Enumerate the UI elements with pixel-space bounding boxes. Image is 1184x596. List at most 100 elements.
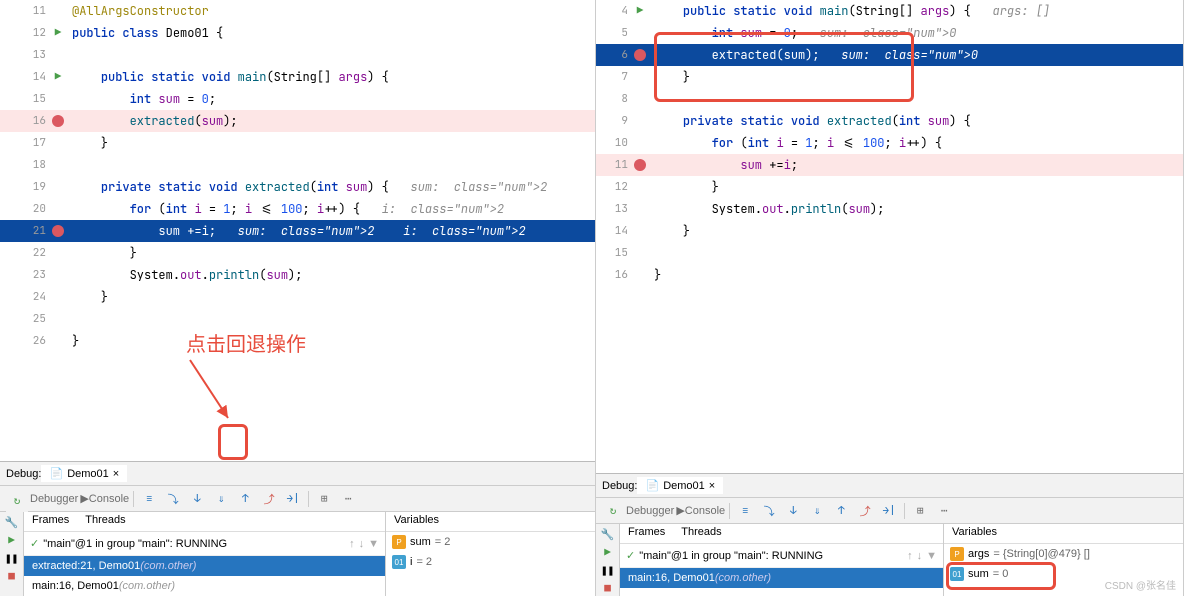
debug-side-toolbar: 🔧 ▶ ❚❚ ■ [0,512,24,596]
run-icon[interactable]: ▶ [55,26,62,40]
breakpoint-icon[interactable] [634,159,646,171]
left-panel: 11@AllArgsConstructor12▶public class Dem… [0,0,596,596]
thread-dropdown[interactable]: ✓"main"@1 in group "main": RUNNING ↑↓▼ [620,544,943,568]
more-icon[interactable]: ⋯ [933,500,955,522]
rerun-icon[interactable]: ↻ [6,490,28,512]
thread-dropdown[interactable]: ✓"main"@1 in group "main": RUNNING ↑↓▼ [24,532,385,556]
debug-panel-right: Debug: 📄 Demo01 × ↻ Debugger ▶ Console ≡… [596,473,1183,596]
wrench-icon[interactable]: 🔧 [601,528,615,542]
threads-label[interactable]: Threads [681,526,721,541]
code-line[interactable]: 24 } [0,286,595,308]
down-icon[interactable]: ↓ [359,538,365,550]
breakpoint-icon[interactable] [52,115,64,127]
show-exec-icon[interactable]: ≡ [138,488,160,510]
wrench-icon[interactable]: 🔧 [5,516,19,530]
drop-frame-icon[interactable]: ⤴ [854,500,876,522]
rerun-icon[interactable]: ↻ [602,500,624,522]
code-line[interactable]: 13 [0,44,595,66]
force-step-icon[interactable]: ⇓ [210,488,232,510]
step-out-icon[interactable]: ↑ [234,488,256,510]
code-line[interactable]: 5 int sum = 0; sum: class="num">0 [596,22,1183,44]
code-line[interactable]: 15 int sum = 0; [0,88,595,110]
step-over-icon[interactable]: ⤵ [758,500,780,522]
debugger-tab[interactable]: Debugger [626,500,674,522]
drop-frame-icon[interactable]: ⤴ [258,488,280,510]
debug-label: Debug: [602,480,637,492]
frames-label: Frames [628,526,665,541]
debug-tab[interactable]: 📄 Demo01 × [637,477,723,494]
code-editor-left[interactable]: 11@AllArgsConstructor12▶public class Dem… [0,0,595,461]
more-icon[interactable]: ⋯ [337,488,359,510]
step-into-icon[interactable]: ↓ [782,500,804,522]
variable-row[interactable]: Psum = 2 [386,532,595,552]
variable-row[interactable]: 01i = 2 [386,552,595,572]
debug-toolbar: ↻ Debugger ▶ Console ≡ ⤵ ↓ ⇓ ↑ ⤴ →| ⊞ ⋯ [0,486,595,512]
debugger-tab[interactable]: Debugger [30,488,78,510]
run-icon[interactable]: ▶ [637,4,644,18]
breakpoint-icon[interactable] [634,49,646,61]
pause-icon[interactable]: ❚❚ [601,564,614,578]
debug-label: Debug: [6,468,41,480]
debug-body: 🔧 ▶ ❚❚ ■ Frames Threads ✓"main"@1 in gro… [0,512,595,596]
frames-area: Frames Threads ✓"main"@1 in group "main"… [24,512,385,596]
code-line[interactable]: 13 System.out.println(sum); [596,198,1183,220]
breakpoint-icon[interactable] [52,225,64,237]
evaluate-icon[interactable]: ⊞ [909,500,931,522]
run-cursor-icon[interactable]: →| [282,488,304,510]
code-line[interactable]: 16} [596,264,1183,286]
up-icon[interactable]: ↑ [349,538,355,550]
code-line[interactable]: 20 for (int i = 1; i <= 100; i++) { i: c… [0,198,595,220]
code-line[interactable]: 16 extracted(sum); [0,110,595,132]
code-line[interactable]: 14▶ public static void main(String[] arg… [0,66,595,88]
code-line[interactable]: 10 for (int i = 1; i <= 100; i++) { [596,132,1183,154]
show-exec-icon[interactable]: ≡ [734,500,756,522]
code-editor-right[interactable]: 4▶ public static void main(String[] args… [596,0,1183,473]
watermark: CSDN @张名佳 [1105,577,1176,592]
step-into-icon[interactable]: ↓ [186,488,208,510]
code-line[interactable]: 21 sum +=i; sum: class="num">2 i: class=… [0,220,595,242]
threads-label[interactable]: Threads [85,514,125,529]
variables-area: Variables Psum = 201i = 2 [385,512,595,596]
code-line[interactable]: 14 } [596,220,1183,242]
stop-icon[interactable]: ■ [604,582,611,596]
stack-frame[interactable]: extracted:21, Demo01 (com.other) [24,556,385,576]
debug-tab[interactable]: 📄 Demo01 × [41,465,127,482]
code-line[interactable]: 9 private static void extracted(int sum)… [596,110,1183,132]
debug-panel-left: Debug: 📄 Demo01 × ↻ Debugger ▶ Console ≡… [0,461,595,596]
stop-icon[interactable]: ■ [8,570,15,584]
code-line[interactable]: 12 } [596,176,1183,198]
stack-frame[interactable]: main:16, Demo01 (com.other) [24,576,385,596]
force-step-icon[interactable]: ⇓ [806,500,828,522]
resume-icon[interactable]: ▶ [604,546,611,560]
filter-icon[interactable]: ▼ [368,538,379,550]
code-line[interactable]: 11 sum +=i; [596,154,1183,176]
code-line[interactable]: 12▶public class Demo01 { [0,22,595,44]
run-icon[interactable]: ▶ [55,70,62,84]
highlight-box-left [218,424,248,460]
code-line[interactable]: 19 private static void extracted(int sum… [0,176,595,198]
code-line[interactable]: 18 [0,154,595,176]
resume-icon[interactable]: ▶ [8,534,15,548]
code-line[interactable]: 6 extracted(sum); sum: class="num">0 [596,44,1183,66]
code-line[interactable]: 17 } [0,132,595,154]
step-out-icon[interactable]: ↑ [830,500,852,522]
variable-row[interactable]: Pargs = {String[0]@479} [] [944,544,1183,564]
pause-icon[interactable]: ❚❚ [5,552,18,566]
annotation-text: 点击回退操作 [186,328,306,357]
code-line[interactable]: 22 } [0,242,595,264]
debug-tabs: Debug: 📄 Demo01 × [0,462,595,486]
code-line[interactable]: 7 } [596,66,1183,88]
code-line[interactable]: 4▶ public static void main(String[] args… [596,0,1183,22]
console-tab[interactable]: ▶ Console [80,488,129,510]
step-over-icon[interactable]: ⤵ [162,488,184,510]
run-cursor-icon[interactable]: →| [878,500,900,522]
code-line[interactable]: 8 [596,88,1183,110]
code-line[interactable]: 11@AllArgsConstructor [0,0,595,22]
console-tab[interactable]: ▶ Console [676,500,725,522]
code-line[interactable]: 23 System.out.println(sum); [0,264,595,286]
evaluate-icon[interactable]: ⊞ [313,488,335,510]
right-panel: 4▶ public static void main(String[] args… [596,0,1184,596]
code-line[interactable]: 15 [596,242,1183,264]
stack-frame[interactable]: main:16, Demo01 (com.other) [620,568,943,588]
code-line[interactable]: 25 [0,308,595,330]
